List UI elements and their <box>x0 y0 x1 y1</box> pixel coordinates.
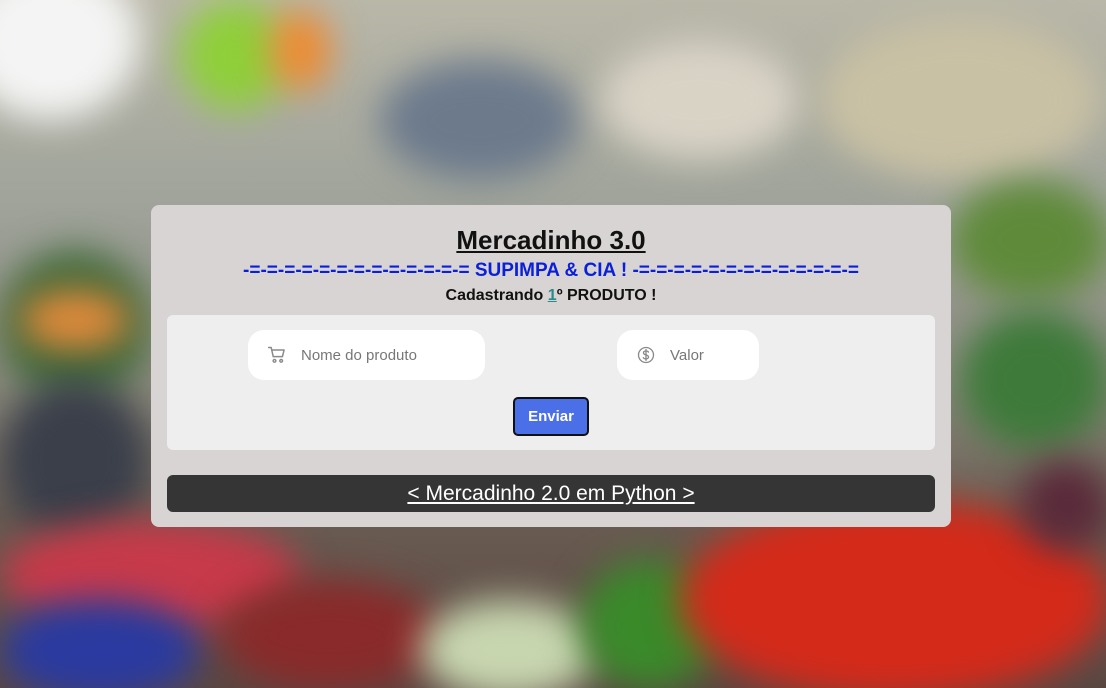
page-title: Mercadinho 3.0 <box>456 225 646 255</box>
value-field[interactable] <box>617 330 759 380</box>
counter-prefix: Cadastrando <box>445 287 548 304</box>
form-panel: Enviar <box>167 315 935 450</box>
footer-bar: < Mercadinho 2.0 em Python > <box>167 475 935 512</box>
product-form-card: Mercadinho 3.0 -=-=-=-=-=-=-=-=-=-=-=-=-… <box>151 205 951 527</box>
counter-suffix: º PRODUTO ! <box>556 287 657 304</box>
store-subtitle: -=-=-=-=-=-=-=-=-=-=-=-=-= SUPIMPA & CIA… <box>243 260 859 281</box>
dollar-icon <box>636 345 656 365</box>
cart-icon <box>267 345 287 365</box>
mercadinho-2-link[interactable]: < Mercadinho 2.0 em Python > <box>407 482 694 506</box>
value-input[interactable] <box>668 345 752 365</box>
product-name-field[interactable] <box>248 330 485 380</box>
submit-button[interactable]: Enviar <box>513 397 589 436</box>
product-name-input[interactable] <box>299 345 453 365</box>
counter-number: 1 <box>547 287 557 304</box>
product-counter: Cadastrando 1º PRODUTO ! <box>151 287 951 305</box>
